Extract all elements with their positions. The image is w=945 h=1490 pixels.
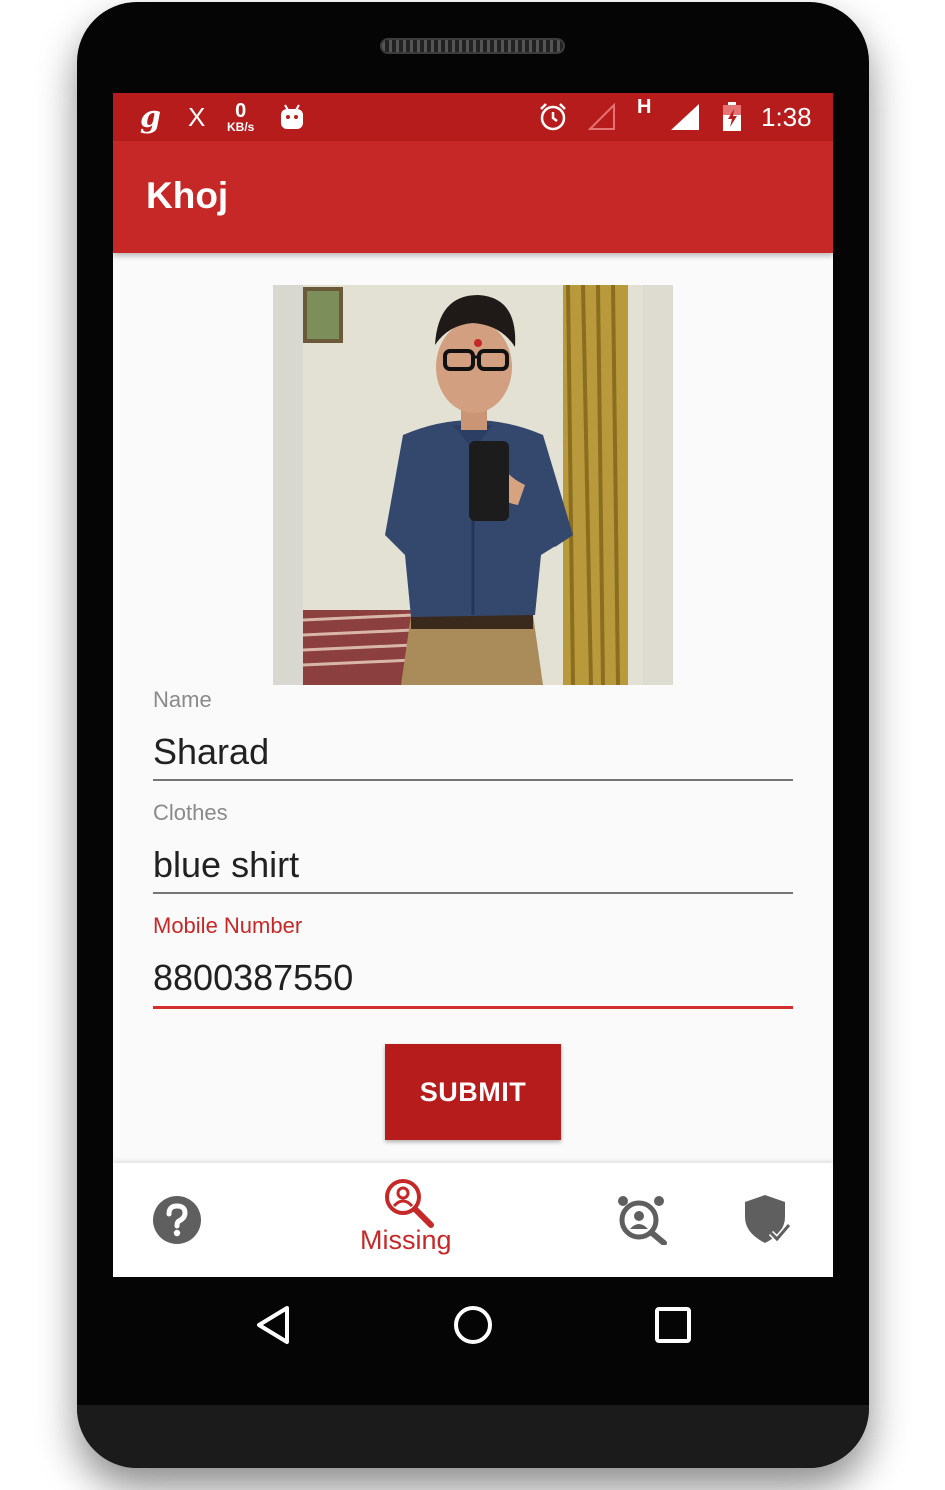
bottom-navigation: Missing bbox=[113, 1163, 833, 1277]
nav-help[interactable] bbox=[113, 1163, 243, 1277]
app-bar: Khoj bbox=[113, 141, 833, 253]
network-speed-unit: KB/s bbox=[227, 120, 255, 134]
network-type: H bbox=[637, 95, 652, 118]
recents-icon[interactable] bbox=[655, 1307, 691, 1348]
shield-check-icon bbox=[743, 1193, 795, 1250]
mobile-number-input[interactable]: 8800387550 bbox=[153, 957, 793, 999]
nav-found[interactable] bbox=[583, 1163, 703, 1277]
nav-safety[interactable] bbox=[713, 1163, 833, 1277]
nav-missing[interactable]: Missing bbox=[333, 1163, 483, 1277]
mobile-number-label: Mobile Number bbox=[153, 913, 303, 938]
android-icon bbox=[279, 93, 305, 141]
submit-button[interactable]: SUBMIT bbox=[385, 1044, 561, 1140]
name-input[interactable]: Sharad bbox=[153, 731, 793, 773]
network-speed-value: 0 bbox=[235, 100, 247, 122]
clothes-underline bbox=[153, 892, 793, 894]
found-person-icon bbox=[615, 1193, 667, 1250]
screen: g X 0 KB/s H 1:38 Khoj Name Sharad Cloth… bbox=[113, 93, 833, 1277]
clothes-label: Clothes bbox=[153, 800, 228, 825]
person-photo[interactable] bbox=[273, 285, 673, 685]
clock: 1:38 bbox=[761, 101, 812, 132]
app-title: Khoj bbox=[146, 175, 229, 216]
name-underline bbox=[153, 779, 793, 781]
battery-charging-icon bbox=[721, 93, 743, 141]
status-bar: g X 0 KB/s H 1:38 bbox=[113, 93, 833, 141]
alarm-icon bbox=[538, 93, 568, 141]
network-speed: 0 KB/s bbox=[227, 93, 254, 141]
system-navigation-bar bbox=[113, 1277, 833, 1377]
signal-empty-icon bbox=[588, 93, 616, 141]
back-icon[interactable] bbox=[255, 1305, 291, 1350]
help-icon bbox=[152, 1195, 202, 1250]
nav-missing-label: Missing bbox=[360, 1225, 452, 1255]
clothes-input[interactable]: blue shirt bbox=[153, 844, 793, 886]
person-photo-image bbox=[273, 285, 673, 685]
signal-full-icon bbox=[669, 93, 701, 141]
app-notification-x: X bbox=[188, 101, 206, 132]
app-notification-g: g bbox=[140, 99, 161, 135]
phone-chin bbox=[77, 1405, 869, 1468]
earpiece-speaker bbox=[380, 38, 565, 54]
name-label: Name bbox=[153, 687, 212, 712]
mobile-number-underline bbox=[153, 1006, 793, 1009]
home-icon[interactable] bbox=[453, 1305, 493, 1350]
